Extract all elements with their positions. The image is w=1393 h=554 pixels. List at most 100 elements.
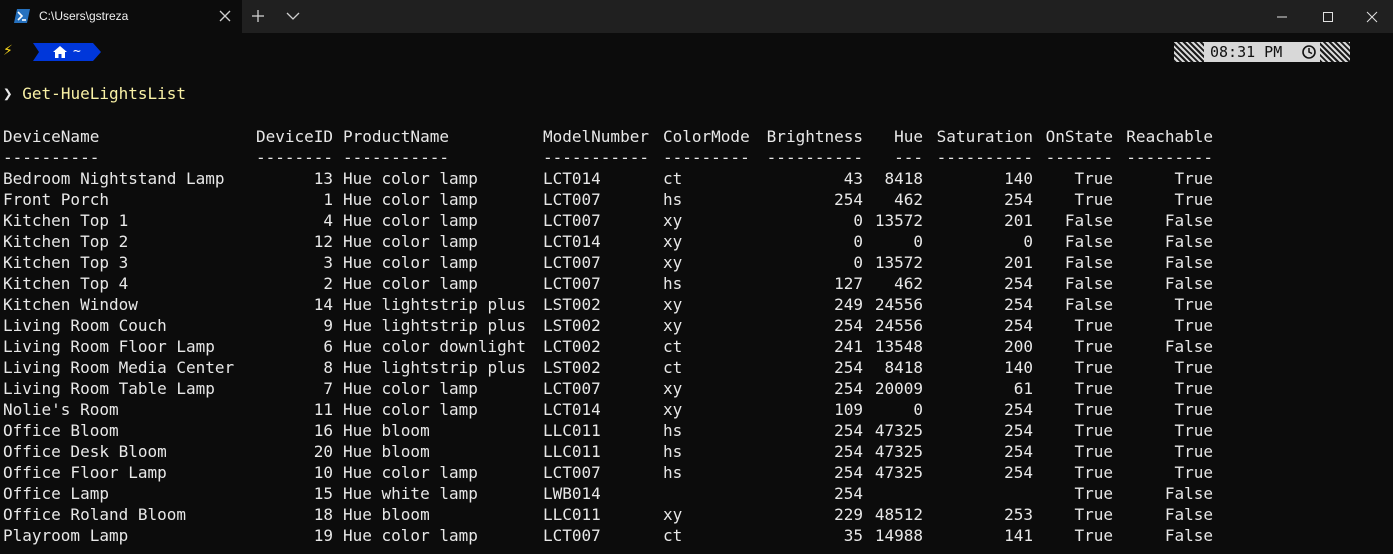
device-id-cell: 14 (313, 295, 333, 314)
color-mode-cell: xy (663, 505, 683, 524)
on-state-cell: True (1074, 421, 1113, 440)
device-id-header: DeviceID (255, 127, 333, 146)
color-mode-cell: ct (663, 358, 683, 377)
saturation-cell: 61 (1013, 379, 1033, 398)
color-mode-cell: xy (663, 295, 683, 314)
device-name-cell: Office Floor Lamp (3, 463, 167, 482)
device-id-header: -------- (255, 148, 333, 167)
product-name-header: ProductName (343, 127, 449, 146)
brightness-cell: 0 (853, 253, 863, 272)
color-mode-cell: xy (663, 232, 683, 251)
tab-title: C:\Users\gstreza (39, 9, 129, 23)
hue-cell: 13548 (874, 337, 923, 356)
model-number-cell: LLC011 (543, 505, 601, 524)
device-name-cell: Office Lamp (3, 484, 109, 503)
on-state-cell: True (1074, 526, 1113, 545)
brightness-cell: 249 (834, 295, 863, 314)
product-name-header: ----------- (343, 148, 449, 167)
model-number-cell: LCT007 (543, 211, 601, 230)
saturation-cell: 140 (1004, 358, 1033, 377)
product-name-cell: Hue color lamp (343, 274, 478, 293)
model-number-cell: LCT014 (543, 169, 601, 188)
product-name-cell: Hue lightstrip plus (343, 358, 527, 377)
close-tab-icon[interactable] (218, 9, 232, 23)
hue-cell: 462 (894, 190, 923, 209)
saturation-cell: 254 (1004, 421, 1033, 440)
brightness-cell: 254 (834, 316, 863, 335)
product-name-cell: Hue bloom (343, 505, 430, 524)
model-number-cell: LCT007 (543, 379, 601, 398)
saturation-cell: 140 (1004, 169, 1033, 188)
reachable-cell: False (1164, 232, 1213, 251)
device-name-header: DeviceName (3, 127, 100, 146)
clock-hatch-left (1174, 42, 1204, 62)
product-name-cell: Hue color lamp (343, 253, 478, 272)
color-mode-header: ColorMode (663, 127, 750, 146)
reachable-cell: True (1174, 358, 1213, 377)
device-id-cell: 7 (323, 379, 333, 398)
color-mode-cell: ct (663, 337, 683, 356)
saturation-cell: 254 (1004, 463, 1033, 482)
hue-cell: 47325 (874, 421, 923, 440)
powershell-icon (14, 9, 30, 23)
on-state-cell: False (1064, 253, 1113, 272)
minimize-button[interactable] (1259, 0, 1305, 33)
lightning-icon: ⚡ (3, 43, 13, 59)
device-id-cell: 8 (323, 358, 333, 377)
console-area[interactable]: ⚡ ~ 08:31 PM ❯ Get-HueLightsList DeviceN… (0, 33, 1393, 554)
reachable-cell: False (1164, 211, 1213, 230)
on-state-header: OnState (1045, 127, 1113, 146)
command-text: Get-HueLightsList (22, 84, 187, 103)
reachable-cell: False (1164, 337, 1213, 356)
reachable-cell: True (1174, 169, 1213, 188)
model-number-header: ModelNumber (543, 127, 649, 146)
saturation-cell: 254 (1004, 316, 1033, 335)
device-id-cell: 20 (313, 442, 333, 461)
device-id-cell: 19 (313, 526, 333, 545)
brightness-header: Brightness (766, 127, 863, 146)
chevron-down-icon[interactable] (286, 11, 300, 21)
brightness-cell: 0 (853, 211, 863, 230)
model-number-cell: LLC011 (543, 442, 601, 461)
saturation-cell: 254 (1004, 190, 1033, 209)
color-mode-cell: hs (663, 463, 683, 482)
reachable-cell: False (1164, 274, 1213, 293)
maximize-button[interactable] (1305, 0, 1351, 33)
brightness-cell: 43 (843, 169, 863, 188)
device-name-cell: Nolie's Room (3, 400, 119, 419)
device-id-cell: 13 (313, 169, 333, 188)
close-window-button[interactable] (1349, 0, 1393, 33)
reachable-cell: True (1174, 190, 1213, 209)
on-state-cell: True (1074, 316, 1113, 335)
color-mode-cell: hs (663, 190, 683, 209)
brightness-cell: 254 (834, 358, 863, 377)
color-mode-cell: ct (663, 169, 683, 188)
device-name-cell: Bedroom Nightstand Lamp (3, 169, 225, 188)
color-mode-cell: ct (663, 526, 683, 545)
model-number-cell: LCT007 (543, 253, 601, 272)
path-text: ~ (73, 44, 81, 59)
device-id-cell: 1 (323, 190, 333, 209)
hue-cell: 13572 (874, 253, 923, 272)
path-segment (33, 43, 101, 61)
model-number-cell: LST002 (543, 358, 601, 377)
hue-cell: 8418 (884, 169, 923, 188)
reachable-cell: False (1164, 484, 1213, 503)
device-name-cell: Kitchen Top 3 (3, 253, 129, 272)
device-id-cell: 4 (323, 211, 333, 230)
model-number-cell: LCT007 (543, 463, 601, 482)
terminal-tab[interactable]: C:\Users\gstreza (0, 0, 242, 33)
minimize-icon (1277, 16, 1287, 17)
saturation-header: Saturation (936, 127, 1033, 146)
reachable-header: --------- (1126, 148, 1213, 167)
color-mode-cell: xy (663, 253, 683, 272)
hue-cell: 20009 (874, 379, 923, 398)
device-id-cell: 9 (323, 316, 333, 335)
new-tab-icon[interactable] (251, 9, 265, 23)
device-name-cell: Living Room Media Center (3, 358, 235, 377)
brightness-cell: 254 (834, 442, 863, 461)
product-name-cell: Hue bloom (343, 442, 430, 461)
product-name-cell: Hue color lamp (343, 526, 478, 545)
reachable-cell: False (1164, 505, 1213, 524)
reachable-cell: True (1174, 379, 1213, 398)
